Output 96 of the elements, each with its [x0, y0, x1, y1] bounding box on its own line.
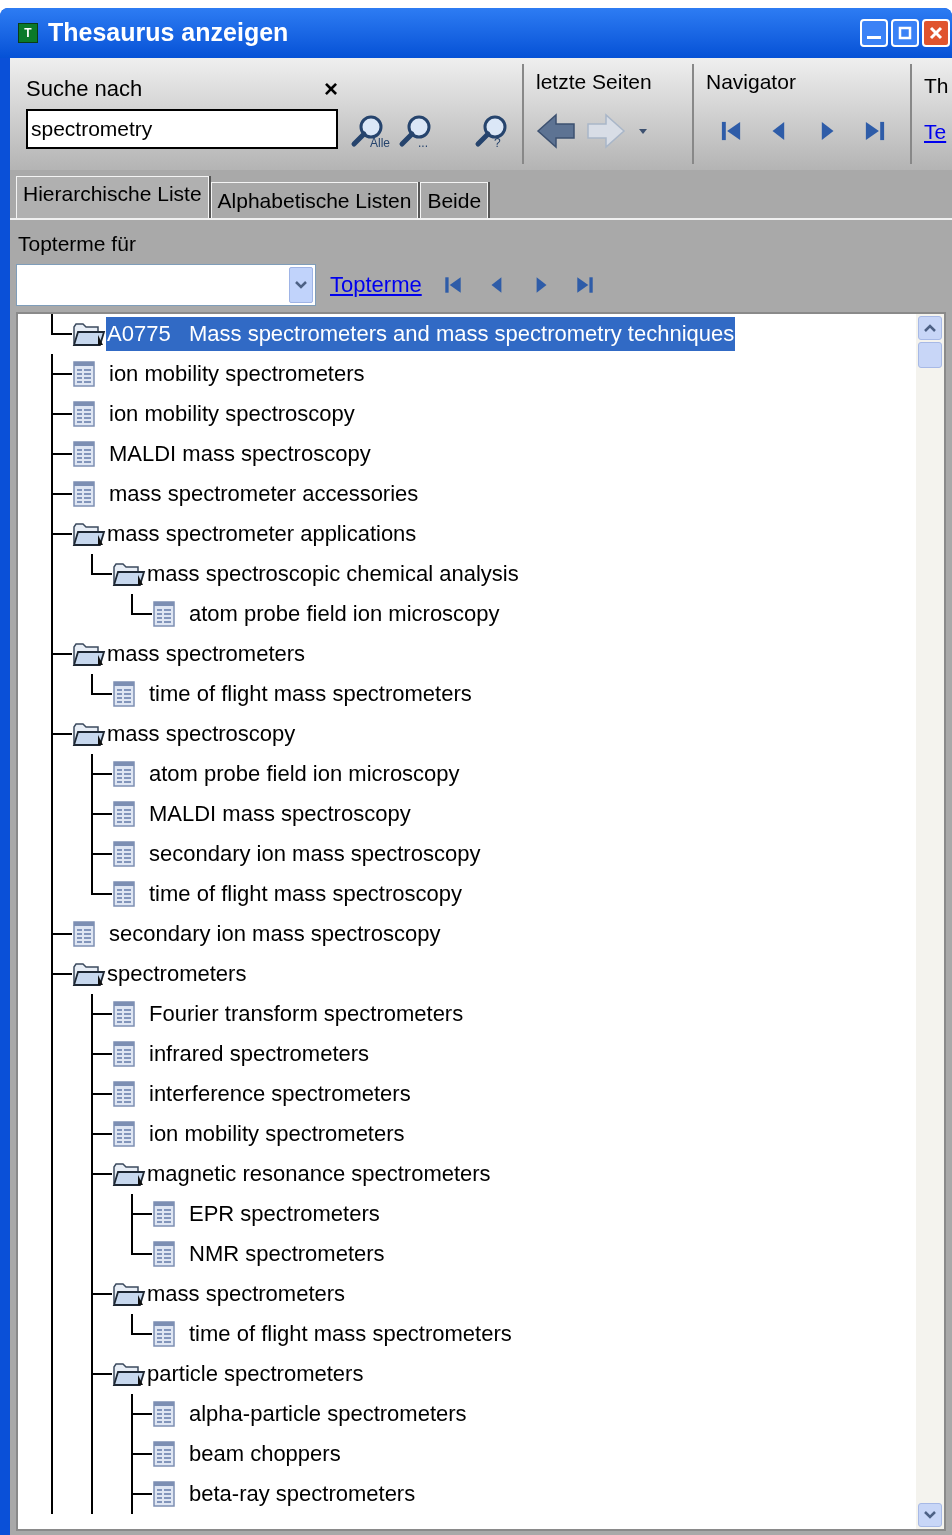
folder-icon: [112, 1360, 146, 1387]
tree-item[interactable]: mass spectroscopic chemical analysis: [146, 556, 520, 591]
close-icon: [929, 26, 943, 40]
tab[interactable]: Hierarchische Liste: [16, 176, 209, 218]
tree-item[interactable]: particle spectrometers: [146, 1356, 365, 1391]
document-icon: [112, 1080, 136, 1107]
document-icon: [152, 1240, 176, 1267]
document-icon: [152, 1320, 176, 1347]
tree-item[interactable]: mass spectroscopy: [106, 716, 297, 751]
tree-item[interactable]: secondary ion mass spectroscopy: [148, 836, 482, 871]
document-icon: [72, 400, 96, 427]
history-label: letzte Seiten: [536, 69, 653, 95]
document-icon: [112, 1000, 136, 1027]
tree-item[interactable]: EPR spectrometers: [188, 1196, 381, 1231]
tree-item[interactable]: beam choppers: [188, 1436, 342, 1471]
maximize-button[interactable]: [891, 19, 919, 47]
window-title: Thesaurus anzeigen: [48, 17, 289, 49]
tree-item[interactable]: ion mobility spectroscopy: [108, 396, 356, 431]
tab[interactable]: Alphabetische Listen: [210, 182, 419, 218]
chevron-down-icon: [924, 1511, 936, 1519]
chevron-up-icon: [924, 323, 936, 332]
document-icon: [112, 840, 136, 867]
folder-icon: [112, 560, 146, 587]
tree-item[interactable]: spectrometers: [106, 956, 248, 991]
tree-item[interactable]: NMR spectrometers: [188, 1236, 386, 1271]
search-button[interactable]: ...: [398, 105, 446, 149]
chevron-down-icon: [294, 279, 308, 290]
folder-icon: [72, 960, 106, 987]
document-icon: [152, 1440, 176, 1467]
minimize-icon: [867, 35, 881, 39]
document-icon: [112, 680, 136, 707]
tree-item[interactable]: atom probe field ion microscopy: [188, 596, 501, 631]
tree-item[interactable]: time of flight mass spectrometers: [148, 676, 473, 711]
tree-item[interactable]: mass spectrometer applications: [106, 516, 418, 551]
tree-item[interactable]: mass spectrometers: [146, 1276, 347, 1311]
document-icon: [152, 1480, 176, 1507]
scrollbar[interactable]: [916, 313, 944, 1529]
section-label: Th: [924, 73, 949, 99]
tree-item[interactable]: beta-ray spectrometers: [188, 1476, 417, 1511]
document-icon: [72, 360, 96, 387]
scroll-up-button[interactable]: [918, 315, 942, 340]
tree-item[interactable]: ion mobility spectrometers: [108, 356, 366, 391]
tree-item[interactable]: time of flight mass spectroscopy: [148, 876, 463, 911]
scroll-down-button[interactable]: [918, 1503, 942, 1527]
search-label: Suche nach: [26, 75, 143, 103]
tree-item[interactable]: A0775 Mass spectrometers and mass spectrometry techniques: [106, 316, 736, 351]
button-caption: ...: [418, 137, 428, 149]
search-field[interactable]: spectrometry: [26, 109, 338, 149]
section-link[interactable]: Te: [924, 115, 949, 147]
document-icon: [112, 880, 136, 907]
tree-item[interactable]: secondary ion mass spectroscopy: [108, 916, 442, 951]
search-button[interactable]: ?: [474, 105, 522, 149]
scroll-thumb[interactable]: [918, 341, 942, 368]
tree-item[interactable]: time of flight mass spectrometers: [188, 1316, 513, 1351]
tree-item[interactable]: Fourier transform spectrometers: [148, 996, 465, 1031]
tree-item[interactable]: mass spectrometers: [106, 636, 307, 671]
clear-button[interactable]: ×: [324, 76, 338, 101]
document-icon: [112, 800, 136, 827]
dropdown-button[interactable]: [289, 266, 313, 303]
document-icon: [152, 1400, 176, 1427]
tree-item[interactable]: alpha-particle spectrometers: [188, 1396, 468, 1431]
tree-item[interactable]: magnetic resonance spectrometers: [146, 1156, 492, 1191]
topterms-link[interactable]: Topterme: [330, 268, 422, 301]
document-icon: [72, 440, 96, 467]
document-icon: [152, 600, 176, 627]
folder-icon: [72, 640, 106, 667]
tree-item[interactable]: MALDI mass spectroscopy: [148, 796, 412, 831]
document-icon: [112, 1040, 136, 1067]
document-icon: [72, 920, 96, 947]
tree-item[interactable]: interference spectrometers: [148, 1076, 412, 1111]
folder-icon: [112, 1160, 146, 1187]
button-caption: Alle: [370, 137, 390, 149]
minimize-button[interactable]: [860, 19, 888, 47]
navigator-label: Navigator: [706, 69, 797, 95]
document-icon: [152, 1200, 176, 1227]
tree-item[interactable]: mass spectrometer accessories: [108, 476, 420, 511]
tree-item[interactable]: ion mobility spectrometers: [148, 1116, 406, 1151]
back-arrow-icon[interactable]: [536, 111, 576, 150]
tree-item[interactable]: MALDI mass spectroscopy: [108, 436, 372, 471]
maximize-icon: [898, 26, 912, 40]
topterms-dropdown[interactable]: [16, 263, 316, 306]
folder-icon: [72, 520, 106, 547]
document-icon: [72, 480, 96, 507]
topterms-label: Topterme für: [18, 231, 137, 257]
tree-item[interactable]: infrared spectrometers: [148, 1036, 371, 1071]
tab[interactable]: Beide: [420, 182, 489, 218]
search-button[interactable]: Alle: [350, 105, 398, 149]
folder-icon: [72, 720, 106, 747]
document-icon: [112, 760, 136, 787]
app-icon: T: [18, 23, 38, 43]
tree-item[interactable]: atom probe field ion microscopy: [148, 756, 461, 791]
close-button[interactable]: [922, 19, 950, 47]
document-icon: [112, 1120, 136, 1147]
button-caption: ?: [494, 137, 501, 149]
folder-icon: [112, 1280, 146, 1307]
folder-icon: [72, 320, 106, 347]
